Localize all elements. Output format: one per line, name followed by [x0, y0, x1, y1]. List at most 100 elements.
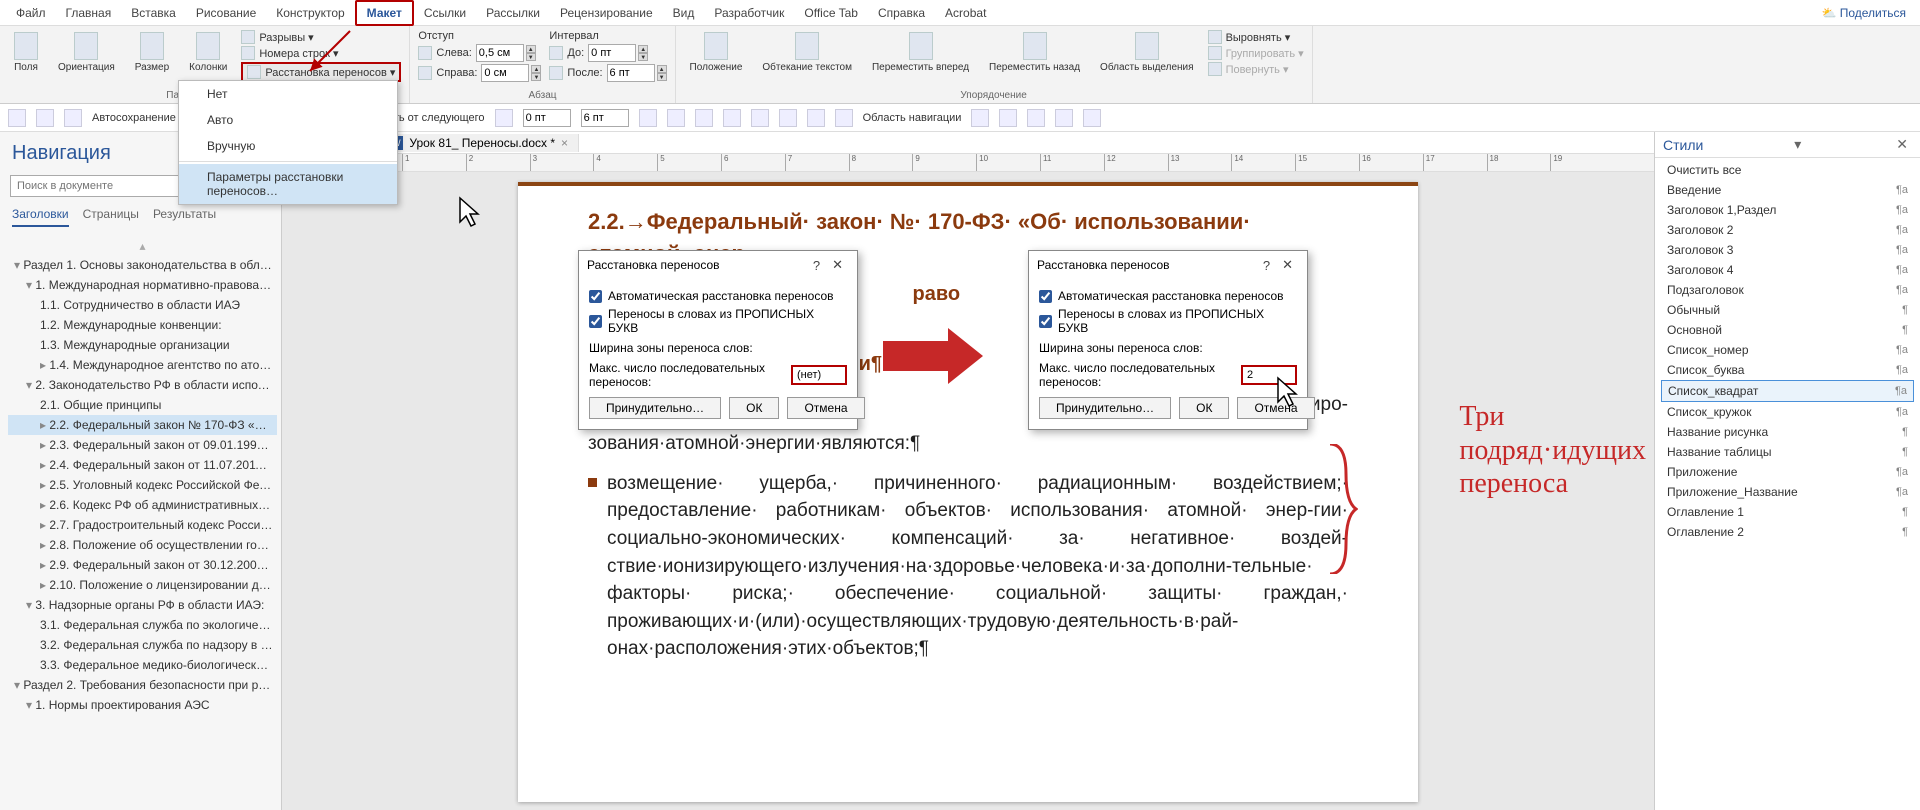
selection-pane-button[interactable]: Область выделения	[1094, 30, 1200, 89]
tab-developer[interactable]: Разработчик	[704, 2, 794, 24]
cancel-button[interactable]: Отмена	[787, 397, 864, 419]
horizontal-ruler[interactable]: 12345678910111213141516171819	[282, 154, 1654, 172]
help-icon[interactable]: ?	[1257, 258, 1276, 273]
nav-heading-item[interactable]: 2.3. Федеральный закон от 09.01.1996 № 3…	[8, 435, 277, 455]
doc-tab-2[interactable]: WУрок 81_ Переносы.docx *×	[379, 134, 579, 152]
tab-layout[interactable]: Макет	[355, 0, 414, 26]
style-item[interactable]: Оглавление 2¶	[1661, 522, 1914, 542]
rotate-button[interactable]: Повернуть ▾	[1208, 62, 1304, 76]
nav-heading-item[interactable]: 2.10. Положение о лицензировании деятел…	[8, 575, 277, 595]
style-item[interactable]: Введение¶a	[1661, 180, 1914, 200]
qat-icon-b[interactable]	[639, 109, 657, 127]
qat-save-icon[interactable]	[64, 109, 82, 127]
caps-hyphen-checkbox[interactable]: Переносы в словах из ПРОПИСНЫХ БУКВ	[1039, 307, 1297, 335]
nav-heading-item[interactable]: 1. Нормы проектирования АЭС	[8, 695, 277, 715]
qat-icon-n[interactable]	[1083, 109, 1101, 127]
nav-heading-item[interactable]: 1.3. Международные организации	[8, 335, 277, 355]
style-item[interactable]: Заголовок 4¶a	[1661, 260, 1914, 280]
tab-mailings[interactable]: Рассылки	[476, 2, 550, 24]
nav-heading-item[interactable]: 2.4. Федеральный закон от 11.07.2011 № 1…	[8, 455, 277, 475]
style-item[interactable]: Основной¶	[1661, 320, 1914, 340]
styles-list[interactable]: Очистить всеВведение¶aЗаголовок 1,Раздел…	[1655, 158, 1920, 810]
style-item[interactable]: Приложение¶a	[1661, 462, 1914, 482]
style-item[interactable]: Название рисунка¶	[1661, 422, 1914, 442]
nav-heading-item[interactable]: 2.1. Общие принципы	[8, 395, 277, 415]
orientation-button[interactable]: Ориентация	[52, 30, 121, 89]
space-before-input[interactable]	[588, 44, 636, 62]
nav-heading-item[interactable]: 2.6. Кодекс РФ об административных право…	[8, 495, 277, 515]
hyphen-params-item[interactable]: Параметры расстановки переносов…	[179, 164, 397, 204]
qat-icon-a[interactable]	[495, 109, 513, 127]
qat-icon-e[interactable]	[723, 109, 741, 127]
nav-heading-item[interactable]: Раздел 2. Требования безопасности при ра…	[8, 675, 277, 695]
nav-heading-item[interactable]: 2.2. Федеральный закон № 170-ФЗ «Об исп…	[8, 415, 277, 435]
spin-up[interactable]: ▲	[657, 65, 667, 73]
tab-file[interactable]: Файл	[6, 2, 56, 24]
line-numbers-button[interactable]: Номера строк ▾	[241, 46, 401, 60]
help-icon[interactable]: ?	[807, 258, 826, 273]
nav-subtab-pages[interactable]: Страницы	[83, 207, 139, 227]
style-item[interactable]: Заголовок 2¶a	[1661, 220, 1914, 240]
bring-forward-button[interactable]: Переместить вперед	[866, 30, 975, 89]
caps-hyphen-checkbox[interactable]: Переносы в словах из ПРОПИСНЫХ БУКВ	[589, 307, 847, 335]
nav-heading-item[interactable]: 2.7. Градостроительный кодекс Российско…	[8, 515, 277, 535]
space-after-input[interactable]	[607, 64, 655, 82]
tab-officetab[interactable]: Office Tab	[794, 2, 868, 24]
nav-heading-item[interactable]: Раздел 1. Основы законодательства в обла…	[8, 255, 277, 275]
align-button[interactable]: Выровнять ▾	[1208, 30, 1304, 44]
hyphen-none-item[interactable]: Нет	[179, 81, 397, 107]
position-button[interactable]: Положение	[684, 30, 749, 89]
qat-icon-i[interactable]	[835, 109, 853, 127]
nav-heading-item[interactable]: 2.9. Федеральный закон от 30.12.2009 № 3…	[8, 555, 277, 575]
tab-acrobat[interactable]: Acrobat	[935, 2, 996, 24]
nav-heading-item[interactable]: 3.3. Федеральное медико-биологическое а…	[8, 655, 277, 675]
nav-subtab-headings[interactable]: Заголовки	[12, 207, 69, 227]
styles-close-icon[interactable]: ✕	[1892, 136, 1912, 153]
navigation-tree[interactable]: ▴ Раздел 1. Основы законодательства в об…	[0, 233, 281, 810]
qat-icon-f[interactable]	[751, 109, 769, 127]
style-item[interactable]: Заголовок 3¶a	[1661, 240, 1914, 260]
indent-right-input[interactable]	[481, 64, 529, 82]
max-hyphens-input[interactable]	[791, 365, 847, 385]
spin-up[interactable]: ▲	[526, 45, 536, 53]
style-item[interactable]: Заголовок 1,Раздел¶a	[1661, 200, 1914, 220]
close-icon[interactable]: ✕	[1276, 257, 1299, 273]
qat-space-after-input[interactable]	[581, 109, 629, 127]
nav-heading-item[interactable]: 1.2. Международные конвенции:	[8, 315, 277, 335]
ok-button[interactable]: ОК	[729, 397, 779, 419]
list-item-1[interactable]: возмещение· ущерба,· причиненного· радиа…	[588, 470, 1348, 663]
style-item[interactable]: Список_буква¶a	[1661, 360, 1914, 380]
style-item[interactable]: Список_квадрат¶a	[1661, 380, 1914, 402]
tab-help[interactable]: Справка	[868, 2, 935, 24]
margins-button[interactable]: Поля	[8, 30, 44, 89]
nav-heading-item[interactable]: 3.2. Федеральная служба по надзору в сфе…	[8, 635, 277, 655]
nav-heading-item[interactable]: 2.8. Положение об осуществлении государ…	[8, 535, 277, 555]
hyphen-auto-item[interactable]: Авто	[179, 107, 397, 133]
spin-down[interactable]: ▼	[657, 73, 667, 81]
wrap-text-button[interactable]: Обтекание текстом	[756, 30, 858, 89]
tab-home[interactable]: Главная	[56, 2, 122, 24]
qat-icon-g[interactable]	[779, 109, 797, 127]
nav-collapse-bar[interactable]: ▴	[8, 237, 277, 255]
cancel-button[interactable]: Отмена	[1237, 397, 1314, 419]
tab-view[interactable]: Вид	[663, 2, 705, 24]
hyphen-manual-item[interactable]: Вручную	[179, 133, 397, 159]
style-item[interactable]: Подзаголовок¶a	[1661, 280, 1914, 300]
force-button[interactable]: Принудительно…	[1039, 397, 1171, 419]
auto-hyphen-checkbox[interactable]: Автоматическая расстановка переносов	[589, 289, 847, 303]
max-hyphens-input[interactable]	[1241, 365, 1297, 385]
qat-icon-d[interactable]	[695, 109, 713, 127]
auto-hyphen-checkbox[interactable]: Автоматическая расстановка переносов	[1039, 289, 1297, 303]
tab-draw[interactable]: Рисование	[186, 2, 266, 24]
spin-up[interactable]: ▲	[531, 65, 541, 73]
qat-open-icon[interactable]	[36, 109, 54, 127]
tab-insert[interactable]: Вставка	[121, 2, 186, 24]
qat-icon-k[interactable]	[999, 109, 1017, 127]
ok-button[interactable]: ОК	[1179, 397, 1229, 419]
hyphenation-button[interactable]: Расстановка переносов ▾	[241, 62, 401, 82]
tab-design[interactable]: Конструктор	[266, 2, 354, 24]
breaks-button[interactable]: Разрывы ▾	[241, 30, 401, 44]
style-item[interactable]: Оглавление 1¶	[1661, 502, 1914, 522]
qat-startnext-label[interactable]: ть от следующего	[394, 112, 485, 124]
close-icon[interactable]: ×	[561, 136, 568, 150]
